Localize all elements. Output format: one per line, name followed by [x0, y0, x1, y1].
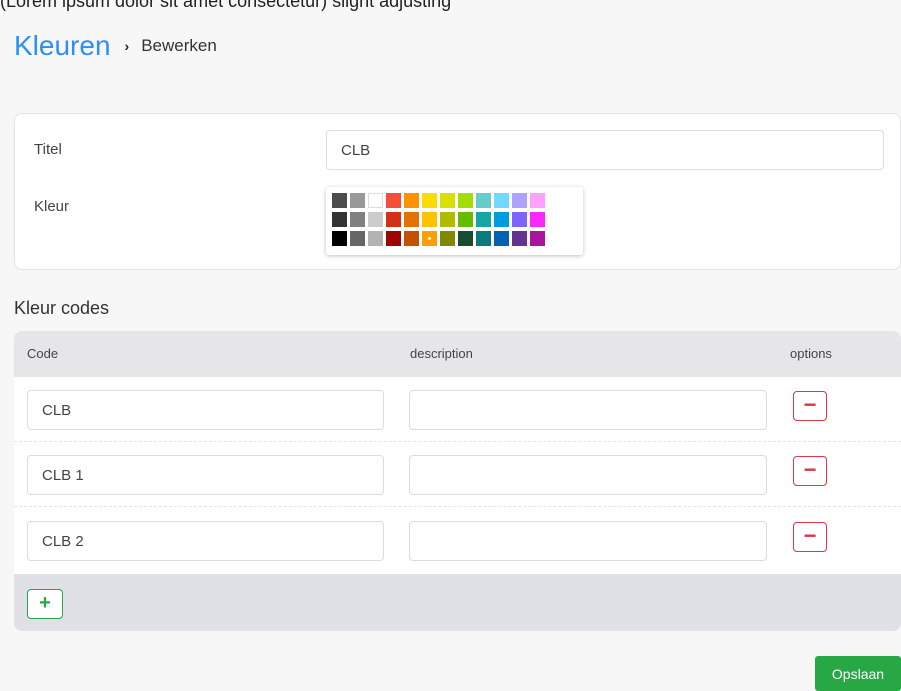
color-swatch[interactable] [458, 231, 473, 246]
color-palette [326, 187, 583, 255]
breadcrumb: Kleuren › Bewerken [14, 28, 217, 64]
color-swatch[interactable] [404, 231, 419, 246]
table-header: Code description options [14, 331, 901, 377]
color-swatch[interactable] [350, 231, 365, 246]
header-code: Code [27, 346, 59, 361]
description-input[interactable] [409, 390, 767, 430]
header-description: description [410, 346, 473, 361]
table-row: CLB 1 − [14, 442, 901, 507]
palette-row [332, 193, 548, 208]
table-row: CLB 2 − [14, 508, 901, 573]
color-swatch[interactable] [476, 193, 491, 208]
color-swatch[interactable] [530, 193, 545, 208]
add-row-button[interactable]: + [27, 589, 63, 619]
description-input[interactable] [409, 521, 767, 561]
color-swatch[interactable] [332, 193, 347, 208]
color-form-card: Titel CLB Kleur [14, 113, 901, 270]
code-input[interactable]: CLB [27, 390, 384, 430]
description-input[interactable] [409, 455, 767, 495]
table-row: CLB − [14, 377, 901, 442]
color-swatch[interactable] [530, 212, 545, 227]
color-swatch[interactable] [440, 231, 455, 246]
color-swatch[interactable] [368, 212, 383, 227]
color-codes-table: Code description options CLB − CLB 1 − C… [14, 331, 901, 631]
table-footer: + [14, 574, 901, 631]
title-input[interactable]: CLB [326, 130, 884, 170]
palette-row [332, 231, 548, 246]
color-swatch[interactable] [332, 212, 347, 227]
top-clipped-text: (Lorem ipsum dolor sit amet consectetur)… [0, 0, 452, 11]
color-swatch[interactable] [386, 212, 401, 227]
color-swatch[interactable] [422, 231, 437, 246]
remove-row-button[interactable]: − [793, 391, 827, 421]
color-swatch[interactable] [512, 212, 527, 227]
section-title-color-codes: Kleur codes [14, 298, 110, 318]
palette-row [332, 212, 548, 227]
remove-row-button[interactable]: − [793, 522, 827, 552]
color-swatch[interactable] [404, 212, 419, 227]
color-swatch[interactable] [386, 231, 401, 246]
color-swatch[interactable] [512, 231, 527, 246]
color-swatch[interactable] [332, 231, 347, 246]
color-swatch[interactable] [386, 193, 401, 208]
breadcrumb-current: Bewerken [141, 36, 217, 55]
color-swatch[interactable] [368, 193, 383, 208]
color-swatch[interactable] [476, 212, 491, 227]
color-swatch[interactable] [476, 231, 491, 246]
save-button[interactable]: Opslaan [815, 656, 901, 691]
color-swatch[interactable] [422, 212, 437, 227]
code-input[interactable]: CLB 1 [27, 455, 384, 495]
color-swatch[interactable] [530, 231, 545, 246]
color-swatch[interactable] [368, 231, 383, 246]
color-swatch[interactable] [494, 193, 509, 208]
header-options: options [790, 346, 832, 361]
chevron-right-icon: › [124, 38, 130, 54]
color-swatch[interactable] [404, 193, 419, 208]
color-swatch[interactable] [458, 193, 473, 208]
color-swatch[interactable] [422, 193, 437, 208]
title-label: Titel [34, 141, 62, 158]
color-swatch[interactable] [458, 212, 473, 227]
color-swatch[interactable] [350, 193, 365, 208]
color-label: Kleur [34, 198, 70, 215]
color-swatch[interactable] [512, 193, 527, 208]
color-swatch[interactable] [350, 212, 365, 227]
color-swatch[interactable] [440, 212, 455, 227]
color-swatch[interactable] [494, 231, 509, 246]
breadcrumb-root-link[interactable]: Kleuren [14, 28, 111, 64]
color-swatch[interactable] [494, 212, 509, 227]
remove-row-button[interactable]: − [793, 456, 827, 486]
code-input[interactable]: CLB 2 [27, 521, 384, 561]
color-swatch[interactable] [440, 193, 455, 208]
